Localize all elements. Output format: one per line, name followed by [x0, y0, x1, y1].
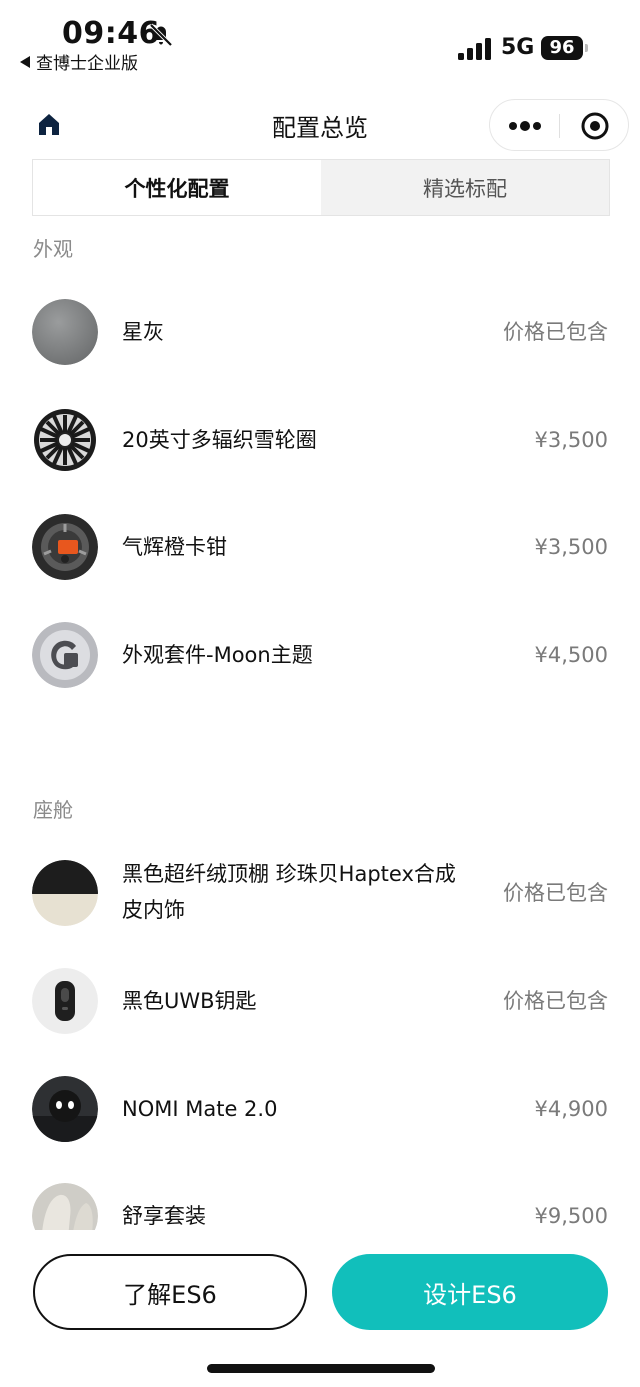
home-indicator[interactable]	[207, 1364, 435, 1373]
uwb-key-icon	[32, 968, 98, 1034]
item-price: ¥4,500	[534, 643, 608, 667]
item-name-line1: 黑色超纤绒顶棚 珍珠贝Haptex合成	[122, 862, 456, 886]
config-tabs: 个性化配置 精选标配	[32, 159, 610, 216]
item-price: 价格已包含	[503, 989, 608, 1013]
list-item[interactable]: 黑色UWB钥匙 价格已包含	[32, 968, 608, 1036]
design-es6-button[interactable]: 设计ES6	[332, 1254, 608, 1330]
back-to-app-link[interactable]: 查博士企业版	[20, 49, 138, 74]
close-target-icon[interactable]	[580, 111, 610, 141]
nav-bar: 配置总览	[0, 96, 640, 152]
item-name: 外观套件-Moon主题	[122, 643, 313, 667]
config-list[interactable]: 外观 星灰 价格已包含 20英寸多辐织雪轮圈 ¥3,500 气辉橙卡钳 ¥3,5…	[0, 220, 640, 1230]
item-name: 黑色UWB钥匙	[122, 989, 257, 1013]
item-name: 20英寸多辐织雪轮圈	[122, 428, 317, 452]
battery-icon: 96	[541, 36, 583, 60]
item-name-line2: 皮内饰	[122, 898, 185, 922]
item-price: ¥9,500	[534, 1204, 608, 1228]
back-app-label: 查博士企业版	[36, 54, 138, 74]
miniprogram-capsule	[489, 99, 629, 151]
list-item[interactable]: 气辉橙卡钳 ¥3,500	[32, 514, 608, 582]
list-item[interactable]: NOMI Mate 2.0 ¥4,900	[32, 1076, 608, 1144]
list-item[interactable]: 星灰 价格已包含	[32, 299, 608, 367]
item-name: 星灰	[122, 320, 164, 344]
section-title-exterior: 外观	[33, 237, 73, 261]
tab-standard[interactable]: 精选标配	[321, 160, 609, 215]
nomi-mate-icon	[32, 1076, 98, 1142]
item-name: 气辉橙卡钳	[122, 535, 227, 559]
wheel-rim-icon	[32, 407, 98, 473]
list-item[interactable]: 20英寸多辐织雪轮圈 ¥3,500	[32, 407, 608, 475]
battery-tip	[585, 44, 588, 52]
gray-paint-swatch-icon	[32, 299, 98, 365]
item-price: 价格已包含	[503, 320, 608, 344]
list-item[interactable]: 外观套件-Moon主题 ¥4,500	[32, 622, 608, 690]
list-item[interactable]: 黑色超纤绒顶棚 珍珠贝Haptex合成 皮内饰 价格已包含	[32, 860, 608, 928]
seat-package-icon	[32, 1183, 98, 1230]
learn-es6-button[interactable]: 了解ES6	[33, 1254, 307, 1330]
more-icon[interactable]	[508, 119, 542, 133]
item-price: ¥3,500	[534, 428, 608, 452]
status-bar: 09:46 查博士企业版 5G 96	[0, 0, 640, 80]
cellular-signal-icon	[458, 38, 491, 60]
item-name: 舒享套装	[122, 1204, 206, 1228]
interior-swatch-icon	[32, 860, 98, 926]
list-item[interactable]: 舒享套装 ¥9,500	[32, 1183, 608, 1230]
tab-personalized[interactable]: 个性化配置	[33, 160, 321, 215]
orange-caliper-icon	[32, 514, 98, 580]
back-arrow-icon	[20, 55, 30, 68]
status-time: 09:46	[62, 16, 160, 51]
moon-kit-icon	[32, 622, 98, 688]
section-title-cabin: 座舱	[33, 798, 73, 822]
item-price: ¥4,900	[534, 1097, 608, 1121]
capsule-divider	[559, 114, 560, 138]
item-price: ¥3,500	[534, 535, 608, 559]
item-name: NOMI Mate 2.0	[122, 1097, 278, 1121]
item-price: 价格已包含	[503, 881, 608, 905]
bell-muted-icon	[149, 23, 173, 47]
network-type: 5G	[501, 35, 535, 60]
